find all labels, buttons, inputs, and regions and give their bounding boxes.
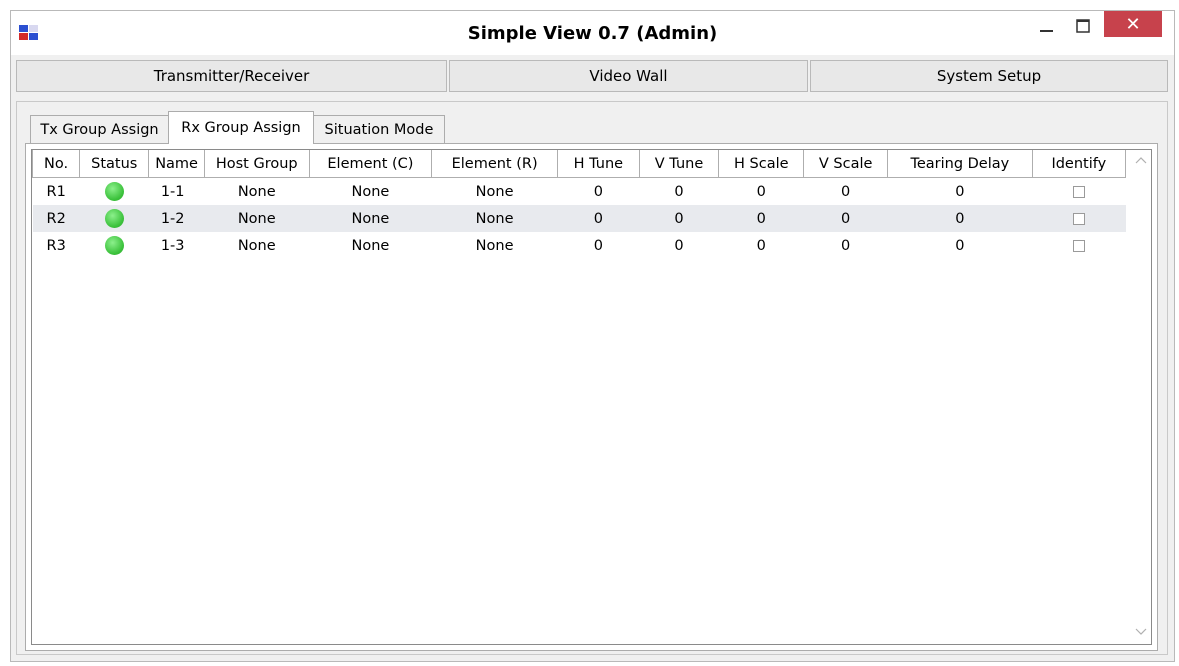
app-window: Simple View 0.7 (Admin) ✕ Transmitter/Re… xyxy=(10,10,1175,662)
col-header-h-tune[interactable]: H Tune xyxy=(556,150,640,178)
status-online-icon xyxy=(104,236,124,255)
tab-tx-group-assign[interactable]: Tx Group Assign xyxy=(30,115,169,143)
title-bar[interactable]: Simple View 0.7 (Admin) ✕ xyxy=(11,11,1174,55)
minimize-icon xyxy=(1040,30,1053,32)
cell-host-group[interactable]: None xyxy=(204,232,309,259)
rx-grid[interactable]: No. Status Name Host Group Element (C) E… xyxy=(31,149,1152,645)
identify-checkbox[interactable] xyxy=(1072,239,1085,252)
status-online-icon xyxy=(104,209,124,228)
system-setup-button[interactable]: System Setup xyxy=(810,60,1168,92)
cell-v-scale[interactable]: 0 xyxy=(804,178,888,206)
cell-v-scale[interactable]: 0 xyxy=(804,232,888,259)
col-header-element-r[interactable]: Element (R) xyxy=(431,150,558,178)
rx-group-assign-page: No. Status Name Host Group Element (C) E… xyxy=(25,143,1158,651)
cell-host-group[interactable]: None xyxy=(204,205,310,232)
identify-checkbox[interactable] xyxy=(1072,185,1085,198)
tab-situation-mode[interactable]: Situation Mode xyxy=(313,115,445,143)
cell-status xyxy=(80,232,149,259)
close-button[interactable]: ✕ xyxy=(1104,11,1162,37)
cell-v-tune[interactable]: 0 xyxy=(639,232,719,259)
cell-v-tune[interactable]: 0 xyxy=(639,178,719,206)
col-header-host-group[interactable]: Host Group xyxy=(203,150,310,178)
cell-no: R1 xyxy=(46,183,66,200)
status-online-icon xyxy=(104,182,124,201)
table-header-row: No. Status Name Host Group Element (C) E… xyxy=(31,150,1127,178)
tab-rx-group-assign[interactable]: Rx Group Assign xyxy=(168,111,314,144)
col-header-name[interactable]: Name xyxy=(148,150,205,178)
table-row[interactable]: R2 1-2 None None None 0 0 0 0 0 xyxy=(32,205,1126,232)
identify-checkbox[interactable] xyxy=(1072,212,1085,225)
cell-no: R2 xyxy=(32,205,80,232)
cell-h-tune[interactable]: 0 xyxy=(557,205,640,232)
cell-h-scale[interactable]: 0 xyxy=(719,178,804,206)
col-header-no[interactable]: No. xyxy=(31,150,81,178)
cell-tearing-delay[interactable]: 0 xyxy=(887,205,1033,232)
cell-tearing-delay[interactable]: 0 xyxy=(888,232,1033,259)
cell-element-r[interactable]: None xyxy=(431,205,558,232)
col-header-v-scale[interactable]: V Scale xyxy=(803,150,889,178)
cell-h-tune[interactable]: 0 xyxy=(557,178,639,206)
cell-host-group[interactable]: None xyxy=(204,178,309,206)
cell-name: 1-2 xyxy=(148,205,205,232)
cell-element-c[interactable]: None xyxy=(309,232,432,259)
cell-element-r[interactable]: None xyxy=(432,232,558,259)
cell-status xyxy=(79,205,149,232)
cell-identify xyxy=(1032,232,1125,259)
cell-v-scale[interactable]: 0 xyxy=(803,205,888,232)
cell-name: 1-3 xyxy=(160,237,185,254)
col-header-identify[interactable]: Identify xyxy=(1031,150,1127,178)
cell-status xyxy=(80,178,149,206)
maximize-button[interactable] xyxy=(1067,11,1099,41)
video-wall-button[interactable]: Video Wall xyxy=(449,60,808,92)
cell-element-c[interactable]: None xyxy=(309,178,432,206)
cell-v-tune[interactable]: 0 xyxy=(639,205,719,232)
cell-h-scale[interactable]: 0 xyxy=(719,232,804,259)
col-header-v-tune[interactable]: V Tune xyxy=(638,150,720,178)
cell-element-c[interactable]: None xyxy=(309,205,432,232)
cell-name: 1-1 xyxy=(160,183,185,200)
cell-h-scale[interactable]: 0 xyxy=(718,205,804,232)
col-header-h-scale[interactable]: H Scale xyxy=(718,150,805,178)
cell-no: R3 xyxy=(46,237,66,254)
minimize-button[interactable] xyxy=(1031,11,1063,41)
cell-h-tune[interactable]: 0 xyxy=(557,232,639,259)
cell-tearing-delay[interactable]: 0 xyxy=(888,178,1033,206)
maximize-icon xyxy=(1076,19,1090,33)
col-header-tearing-delay[interactable]: Tearing Delay xyxy=(887,150,1033,178)
table-row[interactable]: R1 1-1 None None None 0 0 0 0 0 xyxy=(33,178,1126,206)
cell-element-r[interactable]: None xyxy=(432,178,558,206)
transmitter-receiver-button[interactable]: Transmitter/Receiver xyxy=(16,60,447,92)
table-row[interactable]: R3 1-3 None None None 0 0 0 0 0 xyxy=(33,232,1126,259)
cell-identify xyxy=(1032,178,1125,206)
rx-table: No. Status Name Host Group Element (C) E… xyxy=(31,150,1127,259)
main-nav: Transmitter/Receiver Video Wall System S… xyxy=(16,60,1168,92)
cell-identify xyxy=(1032,205,1126,232)
scroll-up-icon[interactable] xyxy=(1135,156,1147,164)
window-title: Simple View 0.7 (Admin) xyxy=(467,23,718,44)
col-header-element-c[interactable]: Element (C) xyxy=(308,150,433,178)
col-header-status[interactable]: Status xyxy=(79,150,150,178)
scroll-down-icon[interactable] xyxy=(1135,628,1147,636)
